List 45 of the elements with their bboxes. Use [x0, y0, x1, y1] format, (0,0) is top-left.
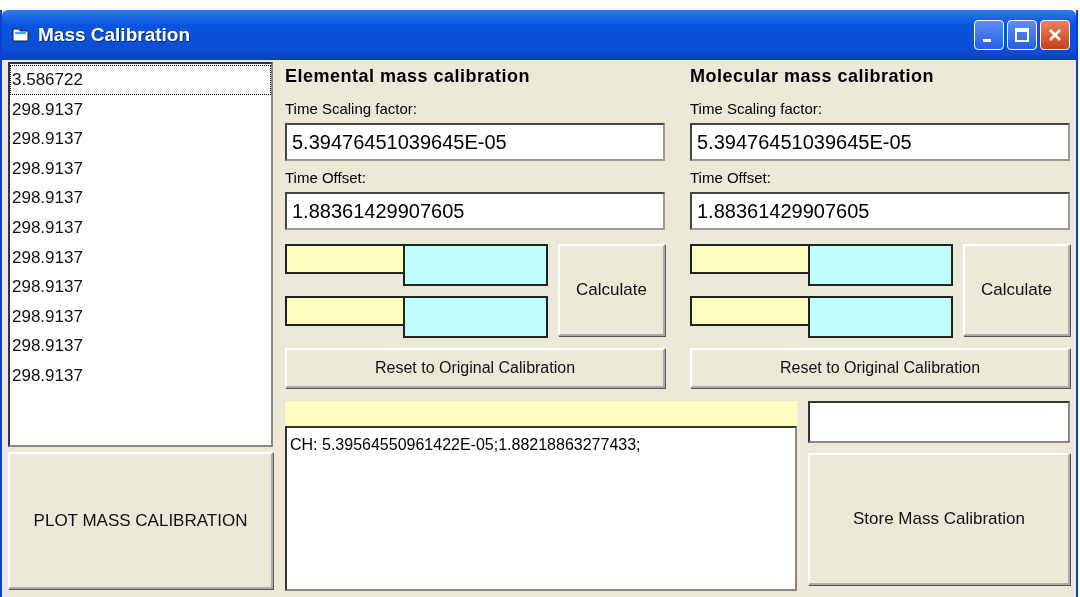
input-field[interactable] — [690, 296, 808, 326]
section-heading: Elemental mass calibration — [285, 66, 532, 88]
field-label: Time Offset: — [285, 169, 367, 186]
input-field[interactable] — [285, 296, 403, 326]
calculate-button[interactable]: Calculate — [558, 244, 665, 336]
maximize-button[interactable] — [1007, 20, 1037, 50]
output-text-area[interactable]: CH: 5.39564550961422E-05;1.88218863277433; — [285, 426, 797, 591]
input-field[interactable] — [808, 244, 953, 286]
input-field[interactable] — [403, 296, 548, 338]
calculate-button[interactable]: Calculate — [963, 244, 1070, 336]
list-item[interactable]: 298.9137 — [10, 301, 271, 332]
section-heading: Molecular mass calibration — [690, 66, 936, 88]
list-item[interactable]: 298.9137 — [10, 212, 271, 243]
maximize-icon — [1012, 25, 1032, 45]
input-field[interactable]: 1.88361429907605 — [285, 192, 665, 230]
list-item[interactable]: 298.9137 — [10, 94, 271, 125]
input-field[interactable] — [808, 401, 1070, 443]
input-field[interactable] — [403, 244, 548, 286]
list-item[interactable]: 298.9137 — [10, 360, 271, 391]
list-item[interactable]: 298.9137 — [10, 124, 271, 154]
input-field[interactable]: 5.39476451039645E-05 — [285, 123, 665, 161]
input-field[interactable] — [808, 296, 953, 338]
reset-button[interactable]: Reset to Original Calibration — [285, 348, 665, 388]
close-button[interactable] — [1040, 20, 1070, 50]
list-item[interactable]: 298.9137 — [10, 242, 271, 273]
list-item[interactable]: 298.9137 — [10, 331, 271, 361]
minimize-button[interactable] — [974, 20, 1004, 50]
list-item[interactable]: 3.586722 — [10, 65, 271, 95]
field-label: Time Scaling factor: — [690, 100, 823, 117]
field-label: Time Scaling factor: — [285, 100, 418, 117]
plot-button[interactable]: PLOT MASS CALIBRATION — [8, 452, 273, 589]
input-field[interactable] — [285, 244, 403, 274]
list-item[interactable]: 298.9137 — [10, 183, 271, 213]
input-field[interactable] — [690, 244, 808, 274]
minimize-icon — [983, 38, 991, 42]
list-item[interactable]: 298.9137 — [10, 272, 271, 302]
reset-button[interactable]: Reset to Original Calibration — [690, 348, 1070, 388]
window-icon — [12, 27, 30, 43]
store-button[interactable]: Store Mass Calibration — [808, 453, 1070, 585]
list-item[interactable]: 298.9137 — [10, 153, 271, 184]
input-field[interactable]: 1.88361429907605 — [690, 192, 1070, 230]
input-field[interactable]: 5.39476451039645E-05 — [690, 123, 1070, 161]
field-label: Time Offset: — [690, 169, 772, 186]
window-title: Mass Calibration — [38, 24, 191, 46]
output-text: CH: 5.39564550961422E-05;1.88218863277433; — [290, 436, 641, 453]
